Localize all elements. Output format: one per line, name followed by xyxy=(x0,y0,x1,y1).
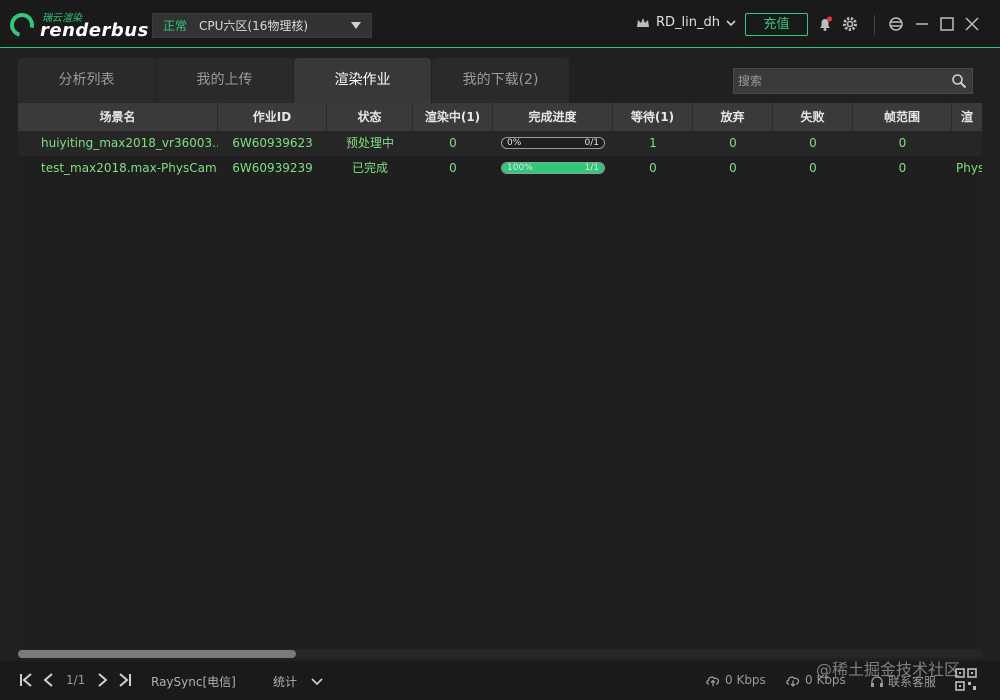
chevron-down-icon xyxy=(726,19,736,26)
chevron-down-icon xyxy=(311,677,323,685)
cell-status: 已完成 xyxy=(351,161,388,175)
caret-down-icon xyxy=(351,22,361,29)
tab-render-jobs[interactable]: 渲染作业 xyxy=(294,58,431,103)
tab-my-uploads[interactable]: 我的上传 xyxy=(156,58,293,103)
maximize-icon[interactable] xyxy=(937,14,957,34)
jobs-table: 场景名 作业ID 状态 渲染中(1) 完成进度 等待(1) 放弃 失败 帧范围 … xyxy=(18,103,982,658)
app-window: 瑞云渲染 renderbus 正常 CPU六区(16物理核) RD_lin_dh… xyxy=(0,0,1000,700)
cell-rendering: 0 xyxy=(449,161,457,175)
cell-job-id: 6W60939239 xyxy=(232,161,313,175)
title-bar: 瑞云渲染 renderbus 正常 CPU六区(16物理核) RD_lin_dh… xyxy=(0,0,1000,48)
column-header-rendering[interactable]: 渲染中(1) xyxy=(413,103,493,131)
cell-scene: test_max2018.max-PhysCam... xyxy=(41,161,218,175)
watermark-text: @稀土掘金技术社区 xyxy=(816,660,961,679)
renderbus-logo: 瑞云渲染 renderbus xyxy=(5,8,148,42)
cloud-download-icon xyxy=(786,676,800,687)
column-header-scene[interactable]: 场景名 xyxy=(18,103,218,131)
cell-frame-range: 0 xyxy=(898,161,907,175)
next-page-icon[interactable] xyxy=(95,671,111,689)
search-input[interactable] xyxy=(734,69,946,93)
progress-count: 1/1 xyxy=(584,163,599,173)
cell-rendering: 0 xyxy=(449,136,457,150)
column-header-progress[interactable]: 完成进度 xyxy=(493,103,613,131)
settings-gear-icon[interactable] xyxy=(840,14,860,34)
pagination: 1/1 xyxy=(18,671,133,689)
cell-status: 预处理中 xyxy=(345,136,394,150)
first-page-icon[interactable] xyxy=(18,671,34,689)
progress-bar: 100% 1/1 xyxy=(501,162,605,174)
skin-switch-icon[interactable] xyxy=(886,14,906,34)
user-menu[interactable]: RD_lin_dh xyxy=(636,15,736,30)
logo-mark-icon xyxy=(5,8,39,42)
cell-job-id: 6W60939623 xyxy=(232,136,313,150)
cell-extra: Phys xyxy=(956,161,982,175)
prev-page-icon[interactable] xyxy=(40,671,56,689)
titlebar-divider xyxy=(874,15,875,35)
cell-failed: 0 xyxy=(809,161,817,175)
stats-label: 统计 xyxy=(273,675,298,689)
column-header-frame-range[interactable]: 帧范围 xyxy=(853,103,952,131)
cell-progress: 0% 0/1 xyxy=(493,131,613,156)
recharge-button[interactable]: 充值 xyxy=(745,13,808,36)
progress-percent: 0% xyxy=(507,138,522,148)
raysync-line[interactable]: RaySync[电信] xyxy=(151,673,236,690)
table-row[interactable]: test_max2018.max-PhysCam... 6W60939239 已… xyxy=(18,156,982,181)
search-icon[interactable] xyxy=(946,69,972,93)
column-header-failed[interactable]: 失败 xyxy=(773,103,853,131)
cell-waiting: 0 xyxy=(649,161,657,175)
cell-frame-range: 0 xyxy=(898,136,907,150)
cell-waiting: 1 xyxy=(649,136,657,150)
stats-dropdown[interactable]: 统计 xyxy=(273,673,323,690)
zone-select[interactable]: 正常 CPU六区(16物理核) xyxy=(152,13,372,38)
zone-name: CPU六区(16物理核) xyxy=(199,19,309,33)
cell-scene: huiyiting_max2018_vr36003.... xyxy=(41,136,218,150)
user-name: RD_lin_dh xyxy=(656,15,720,30)
cell-extra xyxy=(952,131,982,156)
tab-my-downloads[interactable]: 我的下载(2) xyxy=(432,58,569,103)
search-box xyxy=(733,68,973,94)
column-header-extra[interactable]: 渲 xyxy=(952,103,982,131)
scrollbar-thumb[interactable] xyxy=(18,650,296,658)
logo-en-text: renderbus xyxy=(40,20,149,41)
upload-rate-value: 0 Kbps xyxy=(725,673,766,687)
zone-status: 正常 xyxy=(163,19,188,33)
minimize-icon[interactable] xyxy=(912,14,932,34)
upload-rate: 0 Kbps xyxy=(705,673,766,687)
cell-failed: 0 xyxy=(809,136,817,150)
page-indicator: 1/1 xyxy=(66,673,86,687)
tab-analysis-list[interactable]: 分析列表 xyxy=(18,58,155,103)
column-header-abandoned[interactable]: 放弃 xyxy=(693,103,773,131)
progress-bar: 0% 0/1 xyxy=(501,137,605,149)
cell-progress: 100% 1/1 xyxy=(493,156,613,181)
progress-count: 0/1 xyxy=(584,138,599,148)
notification-bell-icon[interactable] xyxy=(815,14,835,34)
table-header: 场景名 作业ID 状态 渲染中(1) 完成进度 等待(1) 放弃 失败 帧范围 … xyxy=(18,103,982,131)
cell-abandoned: 0 xyxy=(729,136,737,150)
close-icon[interactable] xyxy=(962,14,982,34)
cloud-upload-icon xyxy=(706,676,720,686)
progress-percent: 100% xyxy=(507,163,533,173)
cell-abandoned: 0 xyxy=(729,161,737,175)
last-page-icon[interactable] xyxy=(117,671,133,689)
crown-icon xyxy=(637,17,649,27)
column-header-status[interactable]: 状态 xyxy=(327,103,413,131)
column-header-waiting[interactable]: 等待(1) xyxy=(613,103,693,131)
table-row[interactable]: huiyiting_max2018_vr36003.... 6W60939623… xyxy=(18,131,982,156)
column-header-job-id[interactable]: 作业ID xyxy=(218,103,327,131)
